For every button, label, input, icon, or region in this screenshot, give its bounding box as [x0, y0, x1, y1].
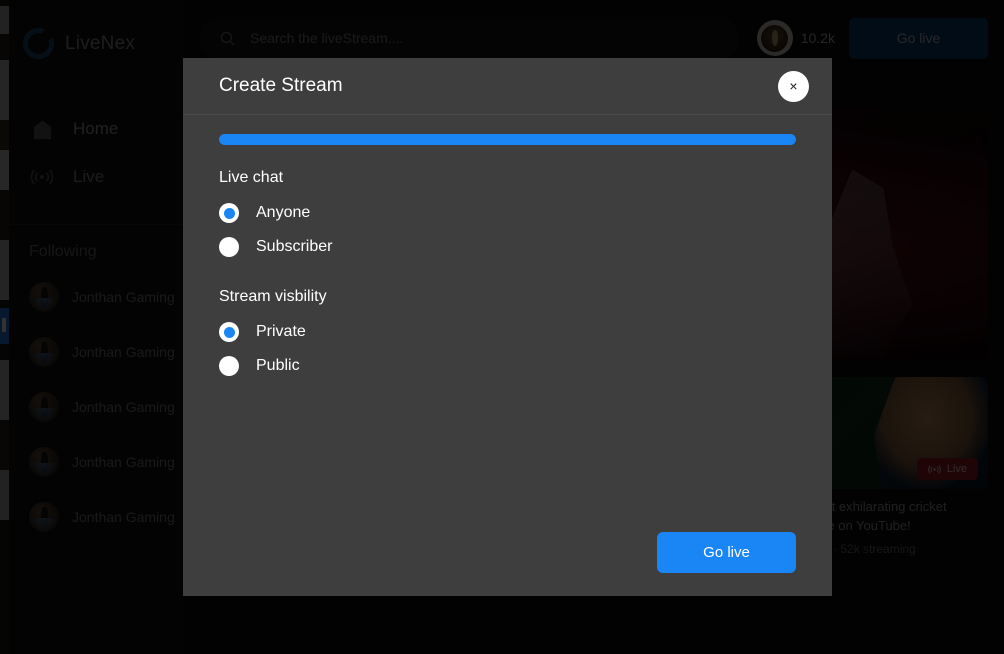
progress-bar — [219, 134, 796, 145]
create-stream-dialog: Create Stream × Live chat Anyone Subscri… — [183, 58, 832, 596]
dialog-header: Create Stream × — [183, 58, 832, 115]
radio-icon[interactable] — [219, 356, 239, 376]
radio-option-subscriber[interactable]: Subscriber — [219, 230, 796, 264]
group-label: Stream visbility — [219, 288, 327, 305]
radio-label: Public — [256, 357, 300, 374]
stream-visibility-group: Stream visbility Private Public — [219, 288, 796, 383]
live-chat-group: Live chat Anyone Subscriber — [219, 169, 796, 264]
radio-icon[interactable] — [219, 203, 239, 223]
go-live-submit-button[interactable]: Go live — [657, 532, 796, 573]
radio-option-private[interactable]: Private — [219, 315, 796, 349]
dialog-body: Live chat Anyone Subscriber Stream visbi… — [183, 115, 832, 532]
group-label: Live chat — [219, 169, 284, 186]
app-root: 10.2k Go live Cricket Gaming Jonathan Ga… — [0, 0, 1004, 654]
progress-bar-fill — [219, 134, 796, 145]
radio-icon[interactable] — [219, 322, 239, 342]
radio-icon[interactable] — [219, 237, 239, 257]
close-icon[interactable]: × — [778, 70, 809, 102]
radio-label: Subscriber — [256, 238, 333, 255]
dialog-footer: Go live — [183, 532, 832, 596]
radio-option-public[interactable]: Public — [219, 349, 796, 383]
radio-label: Private — [256, 323, 306, 340]
radio-label: Anyone — [256, 204, 311, 221]
radio-option-anyone[interactable]: Anyone — [219, 196, 796, 230]
dialog-title: Create Stream — [219, 75, 343, 96]
